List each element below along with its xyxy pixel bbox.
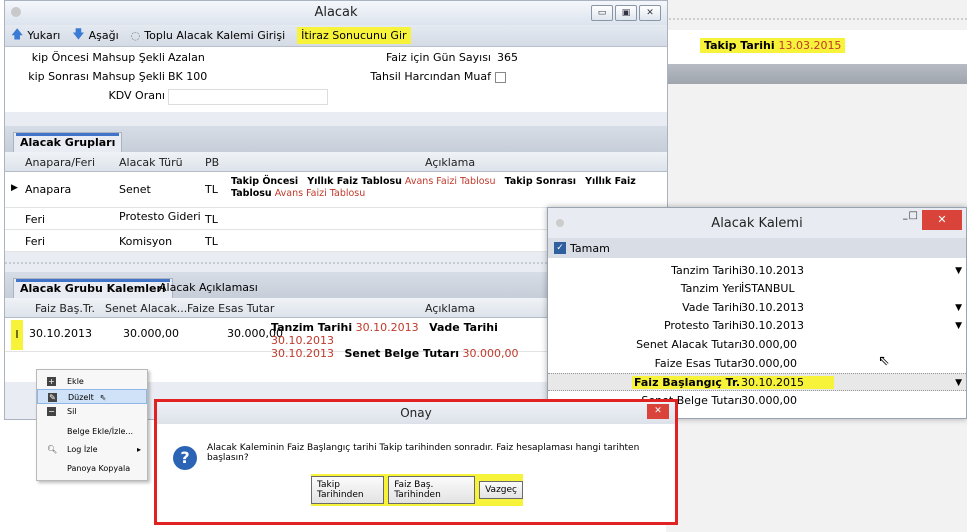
col-faize-esas[interactable]: Faize Esas Tutar [187,302,274,315]
onay-title: Onay [400,406,432,420]
menu-item-panoya[interactable]: Panoya Kopyala [37,461,147,476]
tab-alacak-gruplari[interactable]: Alacak Grupları [13,132,123,152]
takip-value: 13.03.2015 [778,39,842,52]
onay-title-bar: Onay ✕ [157,402,675,424]
question-icon: ? [173,446,197,470]
edit-icon: ✎ [48,393,57,402]
title-bar: Alacak ▭ ▣ ✕ [5,1,667,25]
dropdown-arrow-icon: ▼ [955,266,962,276]
tabstrip-groups: Alacak Grupları [5,126,667,152]
dropdown-arrow-icon: ▼ [955,378,962,388]
field-vade-tarihi[interactable]: Vade Tarihi 30.10.2013 ▼ [548,299,966,317]
kalem-title-bar: Alacak Kalemi – □ ✕ [548,208,966,238]
menu-item-ekle[interactable]: + Ekle [37,374,147,389]
alacak-kalemi-dialog: Alacak Kalemi – □ ✕ ✓ Tamam Tanzim Tarihi… [547,207,967,419]
context-menu: + Ekle ✎ Düzelt ⇖ − Sil Belge Ekle/İzle... 🔍… [36,369,148,481]
bulk-entry-button[interactable]: ◌ Toplu Alacak Kalemi Girişi [131,29,285,42]
cursor-icon: ⇖ [99,393,107,402]
tamam-button[interactable]: ✓ Tamam [548,238,966,258]
edit-cursor-indicator: I [11,320,23,350]
col-aciklama[interactable]: Açıklama [425,156,475,169]
takip-label: Takip Tarihi [704,39,775,52]
search-icon: 🔍︎ [47,445,58,454]
col-senet-alacak[interactable]: Senet Alacak... [105,302,187,315]
close-icon[interactable]: ✕ [922,210,962,230]
minimize-icon[interactable]: – [903,212,909,225]
toolbar: 🡅 Yukarı 🡇 Aşağı ◌ Toplu Alacak Kalemi Giri… [5,25,667,47]
onay-button-group: Takip Tarihinden Faiz Baş. Tarihinden Va… [311,474,523,506]
col-pb[interactable]: PB [205,156,219,169]
maximize-button[interactable]: ▣ [615,5,637,21]
col-faiz-bas[interactable]: Faiz Baş.Tr. [35,302,95,315]
field-protesto-tarihi[interactable]: Protesto Tarihi 30.10.2013 ▼ [548,317,966,335]
itiraz-button[interactable]: İtiraz Sonucunu Gir [297,27,411,44]
kdv-label: KDV Oranı [108,89,165,102]
menu-item-duzelt[interactable]: ✎ Düzelt ⇖ [37,389,147,404]
field-tanzim-yeri[interactable]: Tanzim Yeri İSTANBUL [548,280,966,298]
dropdown-arrow-icon: ▼ [955,321,962,331]
field-senet-alacak-tutari[interactable]: Senet Alacak Tutarı 30.000,00 [548,336,966,354]
menu-item-sil[interactable]: − Sil [37,404,147,419]
menu-item-log[interactable]: 🔍︎ Log İzle ▸ [37,442,147,457]
header-form: kip Öncesi Mahsup Şekli Azalan Faiz için… [5,47,667,112]
down-button[interactable]: 🡇 Aşağı [72,25,118,46]
faiz-gun-label: Faiz için Gün Sayısı [385,51,491,64]
field-faiz-baslangic[interactable]: Faiz Başlangıç Tr. 30.10.2015 ▼ [548,373,966,391]
field-faize-esas-tutar[interactable]: Faize Esas Tutar 30.000,00 ⇖ [548,353,966,373]
table-row[interactable]: ▶ Anapara Senet TL Takip Öncesi Yıllık F… [5,172,667,208]
tab-alacak-grubu-kalemleri[interactable]: Alacak Grubu Kalemleri [13,278,173,298]
up-button[interactable]: 🡅 Yukarı [11,25,60,46]
takip-tarihi-field: Takip Tarihi 13.03.2015 [700,38,846,53]
takip-tarihinden-button[interactable]: Takip Tarihinden [311,476,385,504]
onay-message: Alacak Kaleminin Faiz Başlangıç tarihi T… [207,443,640,463]
arrow-up-icon: 🡅 [11,27,24,41]
arrow-down-icon: 🡇 [72,27,85,41]
faiz-gun-value[interactable]: 365 [497,51,518,64]
window-title: Alacak [314,5,358,20]
col-aciklama-2[interactable]: Açıklama [425,302,475,315]
plus-icon: + [47,377,56,386]
mahsup-oncesi-label: kip Öncesi Mahsup Şekli [31,51,165,64]
field-tanzim-tarihi[interactable]: Tanzim Tarihi 30.10.2013 ▼ [548,262,966,280]
close-button[interactable]: ✕ [639,5,661,21]
mahsup-sonrasi-label: kip Sonrası Mahsup Şekli [28,70,165,83]
mahsup-oncesi-value[interactable]: Azalan [168,51,205,64]
harc-muaf-label: Tahsil Harcından Muaf [370,70,491,83]
minimize-button[interactable]: ▭ [591,5,613,21]
row-indicator-icon: ▶ [11,183,18,193]
col-anapara[interactable]: Anapara/Feri [25,156,95,169]
kdv-field[interactable] [168,89,328,105]
check-icon: ✓ [554,242,566,254]
vazgec-button[interactable]: Vazgeç [479,481,523,499]
tab-alacak-aciklamasi[interactable]: Alacak Açıklaması [153,278,264,298]
mahsup-sonrasi-value[interactable]: BK 100 [168,70,208,83]
dropdown-arrow-icon: ▼ [955,303,962,313]
harc-muaf-checkbox[interactable] [495,72,506,83]
col-alacak-turu[interactable]: Alacak Türü [119,156,183,169]
submenu-arrow-icon: ▸ [136,445,141,454]
minus-icon: − [47,407,56,416]
faiz-bas-tarihinden-button[interactable]: Faiz Baş. Tarihinden [388,476,476,504]
mouse-cursor-icon: ⇖ [878,353,890,369]
menu-item-belge[interactable]: Belge Ekle/İzle... [37,424,147,439]
maximize-icon[interactable]: □ [909,210,918,221]
onay-dialog: Onay ✕ ? Alacak Kaleminin Faiz Başlangıç… [154,399,678,525]
close-icon[interactable]: ✕ [647,404,669,419]
spinner-icon: ◌ [130,29,141,42]
